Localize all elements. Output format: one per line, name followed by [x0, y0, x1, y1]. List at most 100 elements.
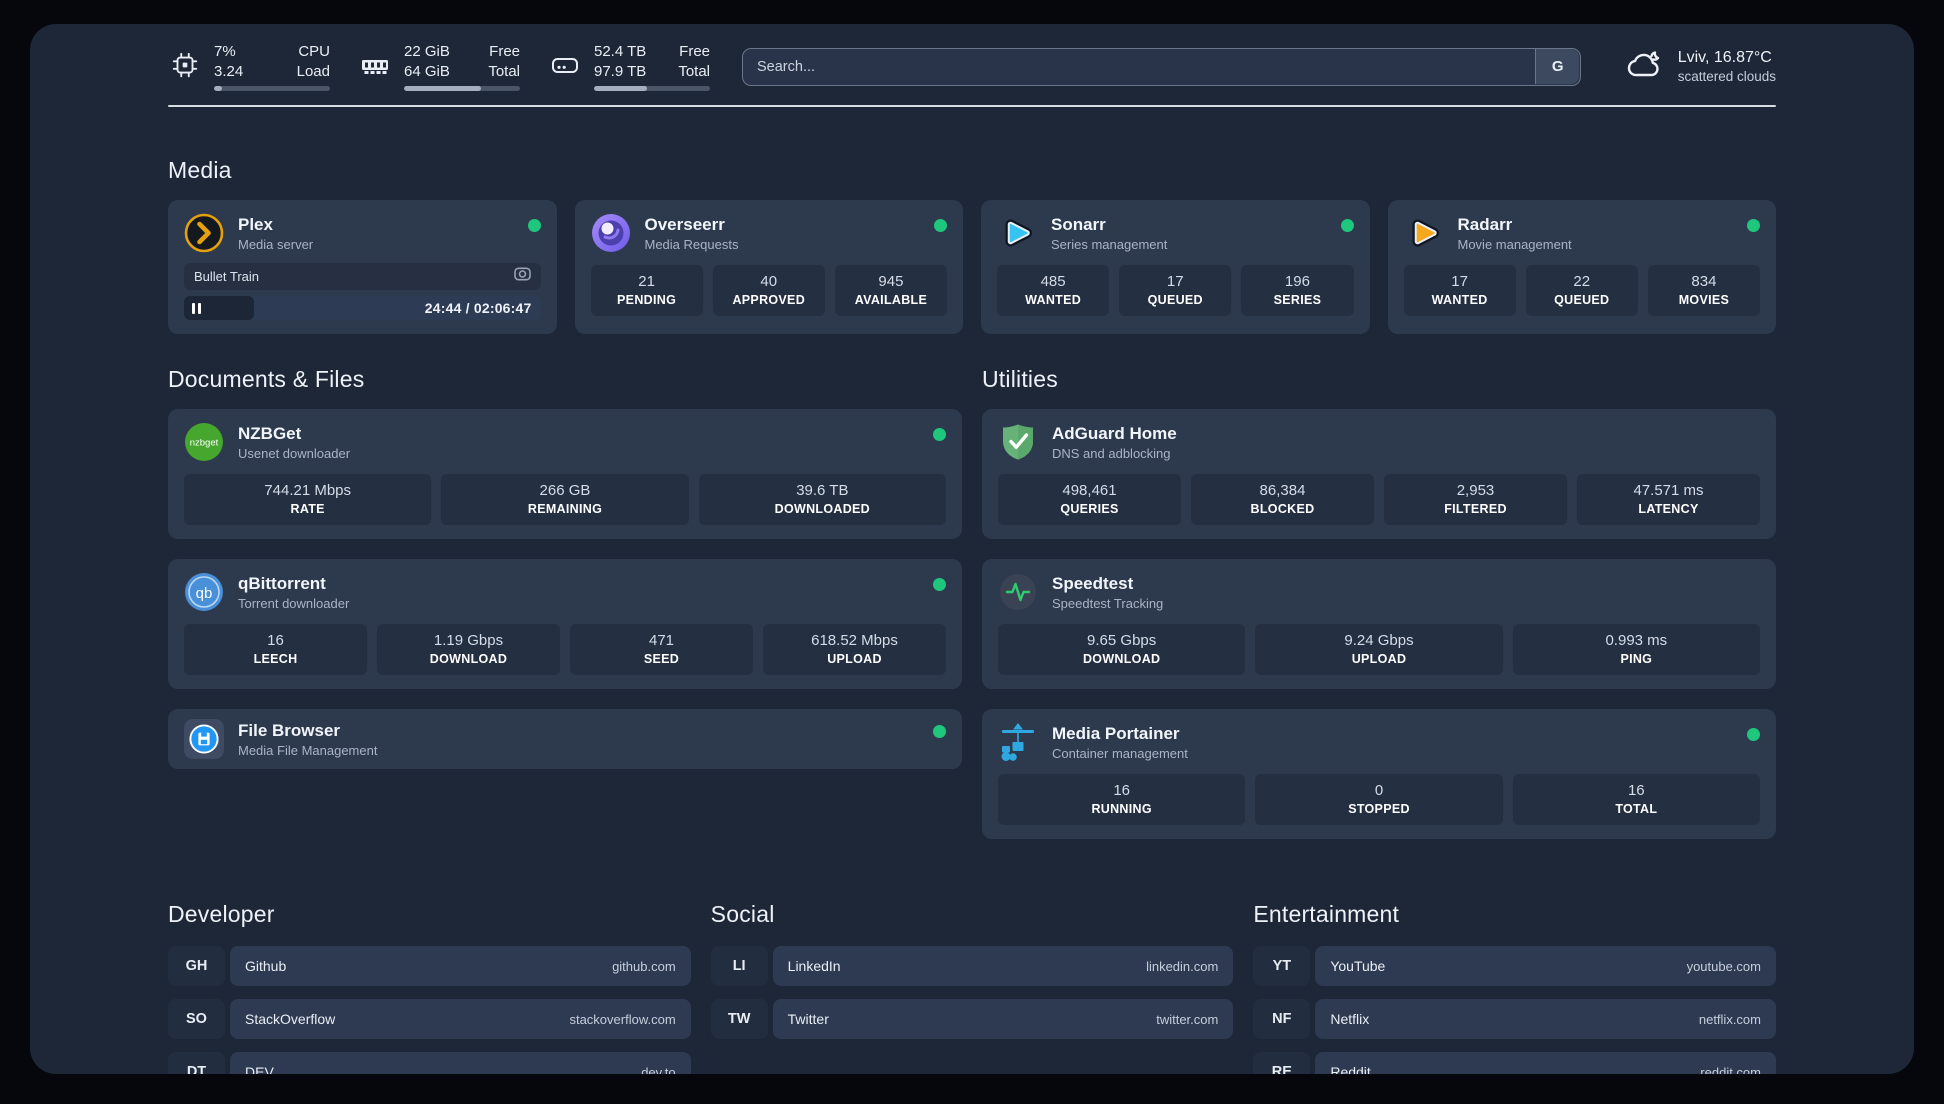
- search-bar: G: [742, 47, 1581, 86]
- app-description: Series management: [1051, 236, 1168, 252]
- bookmark-linkedin[interactable]: LI LinkedIn linkedin.com: [710, 946, 1234, 986]
- dashboard-page: 7% 3.24 CPU Load 22 GiB 64 GiB Free Tota…: [30, 24, 1914, 1074]
- disk-icon: [548, 49, 582, 81]
- app-title: Media Portainer: [1052, 723, 1180, 743]
- qbittorrent-icon: qb: [184, 572, 224, 612]
- stat-box: 834 MOVIES: [1647, 265, 1761, 316]
- app-description: Container management: [1052, 745, 1188, 761]
- app-title: Sonarr: [1051, 214, 1106, 234]
- section-title-entertainment: Entertainment: [1253, 901, 1400, 927]
- bookmark-youtube[interactable]: YT YouTube youtube.com: [1253, 946, 1776, 986]
- stat-box: 86,384 BLOCKED: [1191, 474, 1374, 525]
- stat-box: 618.52 Mbps UPLOAD: [763, 624, 946, 675]
- bookmark-abbr: SO: [168, 999, 225, 1039]
- stat-box: 17 QUEUED: [1119, 265, 1232, 316]
- section-media: Media Plex Media server Bullet Train 24:…: [168, 157, 1776, 334]
- bookmark-url: stackoverflow.com: [569, 1011, 676, 1027]
- bookmark-url: reddit.com: [1700, 1064, 1761, 1075]
- app-card-speedtest[interactable]: Speedtest Speedtest Tracking 9.65 Gbps D…: [982, 559, 1776, 689]
- weather-widget: Lviv, 16.87°C scattered clouds: [1625, 47, 1776, 86]
- bookmark-name: StackOverflow: [245, 1011, 336, 1027]
- bookmark-stackoverflow[interactable]: SO StackOverflow stackoverflow.com: [168, 999, 691, 1039]
- app-card-portainer[interactable]: Media Portainer Container management 16 …: [982, 709, 1776, 839]
- bookmark-abbr: LI: [710, 946, 768, 986]
- cpu-progress-fill: [214, 86, 223, 91]
- ram-stat: 22 GiB 64 GiB Free Total: [358, 42, 520, 91]
- app-description: Media File Management: [238, 742, 378, 758]
- stat-box: 16 LEECH: [184, 624, 367, 675]
- bookmark-name: LinkedIn: [787, 958, 841, 974]
- app-description: Media Requests: [644, 236, 739, 252]
- app-title: Overseerr: [644, 214, 725, 234]
- radarr-icon: [1404, 213, 1444, 253]
- stat-box: 0.993 ms PING: [1512, 624, 1760, 675]
- app-description: Usenet downloader: [238, 445, 351, 461]
- search-input[interactable]: [742, 47, 1581, 86]
- status-dot: [1340, 219, 1354, 232]
- now-playing-panel: Bullet Train 24:44 / 02:06:47: [184, 263, 541, 320]
- stat-box: 9.24 Gbps UPLOAD: [1255, 624, 1503, 675]
- bookmark-url: github.com: [612, 958, 676, 974]
- stat-box: 744.21 Mbps RATE: [184, 474, 432, 525]
- app-title: NZBGet: [238, 423, 302, 443]
- disk-progressbar: [594, 86, 710, 91]
- app-card-qbittorrent[interactable]: qb qBittorrent Torrent downloader 16 LEE…: [168, 559, 962, 689]
- stat-box: 21 PENDING: [590, 265, 703, 316]
- app-title: Plex: [238, 214, 273, 234]
- stat-box: 1.19 Gbps DOWNLOAD: [377, 624, 560, 675]
- app-card-sonarr[interactable]: Sonarr Series management 485 WANTED 17 Q…: [981, 200, 1370, 334]
- section-title-media: Media: [168, 157, 232, 183]
- bookmark-name: Twitter: [787, 1011, 829, 1027]
- bookmark-github[interactable]: GH Github github.com: [168, 946, 691, 986]
- app-card-radarr[interactable]: Radarr Movie management 17 WANTED 22 QUE…: [1387, 200, 1776, 334]
- speedtest-icon: [998, 572, 1038, 612]
- bookmark-netflix[interactable]: NF Netflix netflix.com: [1253, 999, 1776, 1039]
- section-title-developer: Developer: [168, 901, 275, 927]
- ram-labels: Free Total: [488, 43, 520, 80]
- app-title: Radarr: [1457, 214, 1513, 234]
- bookmark-url: youtube.com: [1686, 958, 1761, 974]
- bookmark-name: DEV: [245, 1064, 274, 1074]
- svg-text:nzbget: nzbget: [190, 438, 219, 449]
- cpu-progressbar: [214, 86, 330, 91]
- app-card-filebrowser[interactable]: File Browser Media File Management: [168, 709, 962, 769]
- status-dot: [527, 219, 541, 232]
- section-utilities: Utilities AdGuard Home DNS and adblockin…: [982, 366, 1776, 839]
- bookmark-twitter[interactable]: TW Twitter twitter.com: [710, 999, 1234, 1039]
- bookmark-abbr: YT: [1253, 946, 1311, 986]
- stat-box: 2,953 FILTERED: [1384, 474, 1567, 525]
- section-title-documents: Documents & Files: [168, 366, 365, 392]
- cpu-values: 7% 3.24: [214, 43, 244, 80]
- app-card-nzbget[interactable]: nzbget NZBGet Usenet downloader 744.21 M…: [168, 409, 962, 539]
- app-card-plex[interactable]: Plex Media server Bullet Train 24:44 / 0…: [168, 200, 557, 334]
- stat-box: 47.571 ms LATENCY: [1577, 474, 1760, 525]
- bookmark-dev[interactable]: DT DEV dev.to: [168, 1052, 691, 1074]
- bookmark-group-developer: Developer GH Github github.com SO StackO…: [168, 901, 691, 1074]
- disk-stat: 52.4 TB 97.9 TB Free Total: [548, 42, 710, 91]
- stat-box: 498,461 QUERIES: [998, 474, 1181, 525]
- app-description: Speedtest Tracking: [1052, 595, 1164, 611]
- search-engine-button[interactable]: G: [1535, 49, 1580, 84]
- bookmark-name: Reddit: [1330, 1064, 1371, 1074]
- stat-box: 196 SERIES: [1241, 265, 1354, 316]
- app-title: AdGuard Home: [1052, 423, 1177, 443]
- disk-progress-fill: [594, 86, 648, 91]
- status-dot: [1747, 728, 1760, 741]
- adguard-icon: [998, 422, 1038, 462]
- playback-progress-fill: [184, 296, 254, 320]
- playback-time: 24:44 / 02:06:47: [424, 300, 532, 316]
- cloud-icon: [1625, 47, 1665, 86]
- filebrowser-icon: [184, 719, 224, 759]
- app-card-overseerr[interactable]: Overseerr Media Requests 21 PENDING 40 A…: [574, 200, 963, 334]
- weather-condition: scattered clouds: [1677, 69, 1776, 84]
- ram-icon: [358, 49, 392, 81]
- header-bar: 7% 3.24 CPU Load 22 GiB 64 GiB Free Tota…: [168, 42, 1776, 91]
- status-dot: [1747, 219, 1760, 232]
- bookmark-reddit[interactable]: RE Reddit reddit.com: [1253, 1052, 1776, 1074]
- section-documents: Documents & Files nzbget NZBGet Usenet d…: [168, 366, 962, 839]
- nzbget-icon: nzbget: [184, 422, 224, 462]
- bookmark-abbr: NF: [1253, 999, 1311, 1039]
- app-card-adguard[interactable]: AdGuard Home DNS and adblocking 498,461 …: [982, 409, 1776, 539]
- status-dot: [933, 428, 946, 441]
- bookmark-abbr: TW: [710, 999, 768, 1039]
